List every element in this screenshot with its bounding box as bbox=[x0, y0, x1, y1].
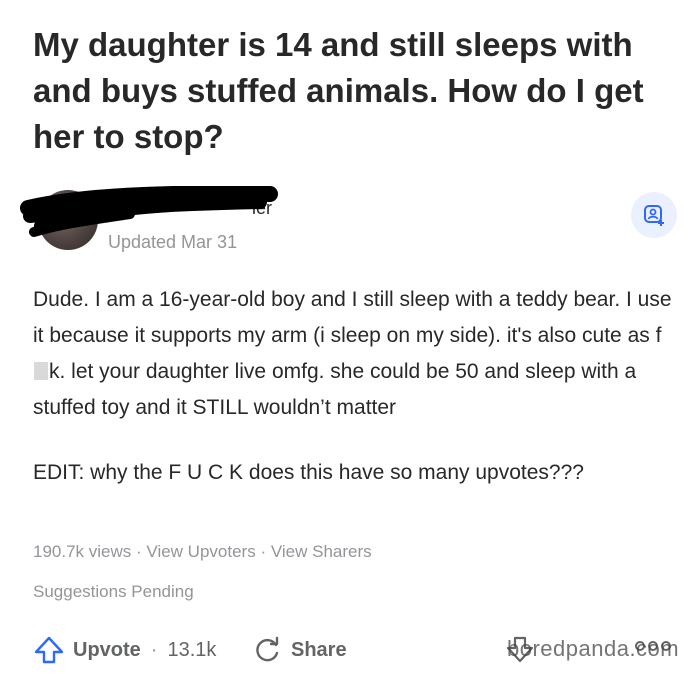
updated-timestamp: Updated Mar 31 bbox=[108, 232, 238, 252]
view-sharers-link[interactable]: View Sharers bbox=[271, 542, 372, 561]
answer-text-part2: k. let your daughter live omfg. she coul… bbox=[33, 360, 637, 419]
watermark: boredpanda.com bbox=[507, 636, 680, 661]
answer-meta: 190.7k views · View Upvoters · View Shar… bbox=[33, 542, 372, 562]
upvote-button[interactable]: Upvote · 13.1k bbox=[33, 632, 216, 668]
share-label: Share bbox=[291, 638, 347, 661]
view-upvoters-link[interactable]: View Upvoters bbox=[146, 542, 255, 561]
answer-paragraph: Dude. I am a 16-year-old boy and I still… bbox=[33, 282, 673, 426]
censor-blur bbox=[34, 362, 48, 380]
author-row: ier Updated Mar 31 bbox=[20, 186, 680, 260]
views-count: 190.7k views bbox=[33, 542, 132, 561]
follow-button[interactable] bbox=[631, 192, 677, 238]
separator: · bbox=[260, 542, 267, 561]
suggestions-pending[interactable]: Suggestions Pending bbox=[33, 582, 194, 602]
answer-body: Dude. I am a 16-year-old boy and I still… bbox=[33, 282, 673, 491]
answer-text-part1: Dude. I am a 16-year-old boy and I still… bbox=[33, 288, 672, 347]
upvote-arrow-icon bbox=[34, 636, 64, 664]
upvote-count: 13.1k bbox=[167, 638, 217, 661]
upvote-label: Upvote bbox=[73, 638, 141, 661]
question-title[interactable]: My daughter is 14 and still sleeps with … bbox=[33, 22, 673, 160]
share-icon bbox=[256, 636, 279, 662]
share-button[interactable]: Share bbox=[253, 632, 347, 668]
separator: · bbox=[136, 542, 142, 561]
separator: · bbox=[150, 638, 158, 661]
answer-edit: EDIT: why the F U C K does this have so … bbox=[33, 461, 584, 484]
add-person-icon bbox=[644, 205, 664, 226]
action-bar: Upvote · 13.1k Share boredpanda.com bbox=[33, 632, 683, 668]
